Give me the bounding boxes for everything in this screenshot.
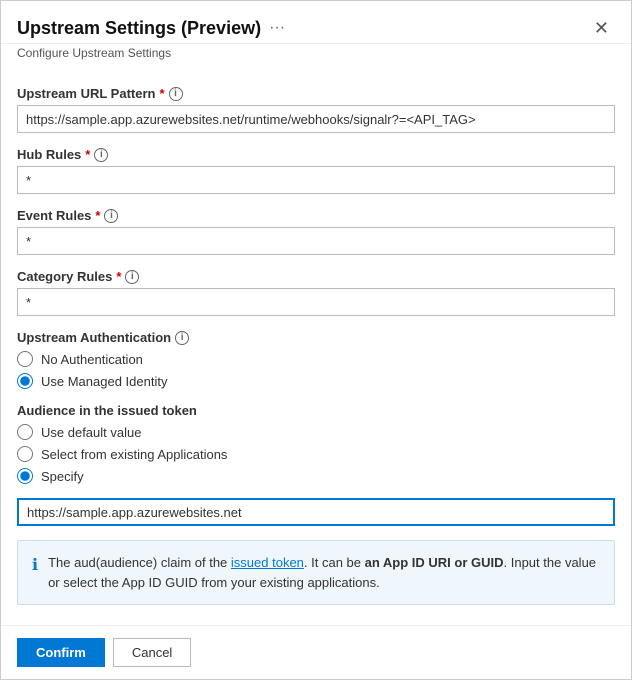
info-banner: ℹ The aud(audience) claim of the issued … [17, 540, 615, 605]
event-rules-input[interactable] [17, 227, 615, 255]
more-options-icon[interactable]: ··· [269, 19, 285, 37]
upstream-url-label: Upstream URL Pattern * i [17, 86, 615, 101]
category-rules-input[interactable] [17, 288, 615, 316]
category-rules-info-icon[interactable]: i [125, 270, 139, 284]
dialog-footer: Confirm Cancel [1, 625, 631, 679]
audience-input-wrapper [17, 498, 615, 526]
confirm-button[interactable]: Confirm [17, 638, 105, 667]
required-star: * [159, 86, 164, 101]
required-star: * [116, 269, 121, 284]
no-auth-radio-item[interactable]: No Authentication [17, 351, 615, 367]
existing-apps-radio[interactable] [17, 446, 33, 462]
category-rules-label: Category Rules * i [17, 269, 615, 284]
cancel-button[interactable]: Cancel [113, 638, 191, 667]
audience-label: Audience in the issued token [17, 403, 615, 418]
audience-group: Audience in the issued token Use default… [17, 403, 615, 526]
upstream-auth-radio-group: No Authentication Use Managed Identity [17, 351, 615, 389]
hub-rules-input[interactable] [17, 166, 615, 194]
upstream-auth-info-icon[interactable]: i [175, 331, 189, 345]
specify-label: Specify [41, 469, 84, 484]
audience-radio-group: Use default value Select from existing A… [17, 424, 615, 484]
event-rules-info-icon[interactable]: i [104, 209, 118, 223]
upstream-url-field-group: Upstream URL Pattern * i [17, 86, 615, 133]
event-rules-label: Event Rules * i [17, 208, 615, 223]
audience-specify-input[interactable] [17, 498, 615, 526]
required-star: * [95, 208, 100, 223]
no-auth-radio[interactable] [17, 351, 33, 367]
info-banner-text: The aud(audience) claim of the issued to… [48, 553, 600, 592]
category-rules-field-group: Category Rules * i [17, 269, 615, 316]
issued-token-link[interactable]: issued token [231, 555, 304, 570]
managed-identity-radio[interactable] [17, 373, 33, 389]
event-rules-field-group: Event Rules * i [17, 208, 615, 255]
upstream-auth-group: Upstream Authentication i No Authenticat… [17, 330, 615, 389]
no-auth-label: No Authentication [41, 352, 143, 367]
specify-radio[interactable] [17, 468, 33, 484]
hub-rules-label: Hub Rules * i [17, 147, 615, 162]
existing-apps-label: Select from existing Applications [41, 447, 227, 462]
dialog-header: Upstream Settings (Preview) ··· ✕ [1, 1, 631, 44]
info-banner-icon: ℹ [32, 554, 38, 592]
close-button[interactable]: ✕ [588, 17, 615, 39]
specify-radio-item[interactable]: Specify [17, 468, 615, 484]
upstream-settings-dialog: Upstream Settings (Preview) ··· ✕ Config… [0, 0, 632, 680]
default-value-radio[interactable] [17, 424, 33, 440]
managed-identity-radio-item[interactable]: Use Managed Identity [17, 373, 615, 389]
required-star: * [85, 147, 90, 162]
upstream-auth-label: Upstream Authentication i [17, 330, 615, 345]
dialog-body: Upstream URL Pattern * i Hub Rules * i E… [1, 70, 631, 617]
upstream-url-info-icon[interactable]: i [169, 87, 183, 101]
dialog-title: Upstream Settings (Preview) [17, 18, 261, 39]
default-value-label: Use default value [41, 425, 141, 440]
hub-rules-field-group: Hub Rules * i [17, 147, 615, 194]
existing-apps-radio-item[interactable]: Select from existing Applications [17, 446, 615, 462]
dialog-subtitle: Configure Upstream Settings [1, 44, 631, 70]
upstream-url-input[interactable] [17, 105, 615, 133]
default-value-radio-item[interactable]: Use default value [17, 424, 615, 440]
dialog-title-area: Upstream Settings (Preview) ··· [17, 18, 285, 39]
hub-rules-info-icon[interactable]: i [94, 148, 108, 162]
managed-identity-label: Use Managed Identity [41, 374, 167, 389]
